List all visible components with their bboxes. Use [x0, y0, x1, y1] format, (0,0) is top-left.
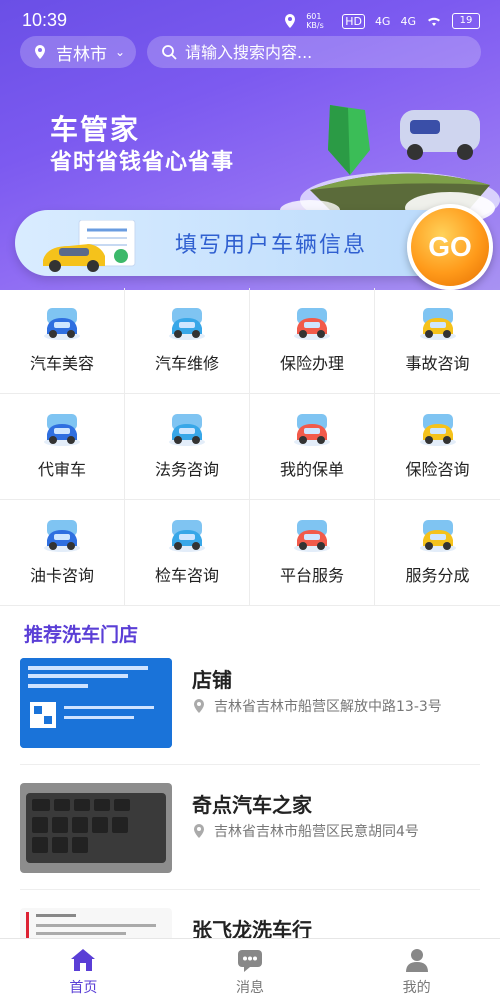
service-label: 平台服务 [279, 566, 344, 585]
policy-icon [294, 414, 330, 446]
tab-label: 消息 [236, 980, 264, 996]
service-label: 油卡咨询 [29, 566, 94, 585]
shop-name: 奇点汽车之家 [192, 793, 312, 817]
service-item[interactable]: 保险办理 [250, 288, 375, 394]
service-item[interactable]: 平台服务 [250, 500, 375, 606]
service-grid: 汽车美容 汽车维修 保险办理 事故咨询代审车 法务咨询 我的保单 保险咨询油卡咨询 检车咨询 平… [0, 288, 500, 606]
bottom-tab-bar: 首页 消息 我的 [0, 938, 500, 1001]
net-speed: 601 KB/s [306, 12, 324, 30]
service-label: 汽车美容 [29, 354, 94, 373]
car-illustration-icon [43, 220, 136, 272]
status-icons: 601 KB/s HD 4G 4G 19 [284, 12, 480, 30]
accident-consult-icon [419, 308, 456, 340]
wifi-icon [428, 17, 440, 26]
service-label: 检车咨询 [154, 566, 219, 585]
banner-title: 车管家 [50, 113, 141, 146]
service-item[interactable]: 汽车维修 [125, 288, 250, 394]
car-repair-icon [169, 308, 205, 340]
divider [20, 764, 480, 765]
signal-4g-1: 4G [374, 14, 391, 28]
fill-vehicle-info-button[interactable]: 填写用户车辆信息 GO [15, 204, 493, 290]
shop-address-text: 吉林省吉林市船营区解放中路13-3号 [214, 699, 442, 715]
service-item[interactable]: 油卡咨询 [0, 500, 125, 606]
city-label: 吉林市 [56, 44, 107, 65]
tab-messages[interactable]: 消息 [167, 939, 334, 1001]
battery-indicator: 19 [452, 13, 480, 29]
hd-badge: HD [342, 13, 365, 29]
fuel-card-icon [44, 520, 80, 552]
shop-card[interactable]: 店铺 吉林省吉林市船营区解放中路13-3号 [0, 658, 500, 768]
location-pin-icon [194, 699, 204, 713]
car-inspection-agent-icon [44, 414, 80, 446]
platform-service-icon [294, 520, 330, 552]
service-item[interactable]: 代审车 [0, 394, 125, 500]
service-item[interactable]: 汽车美容 [0, 288, 125, 394]
shop-name: 张飞龙洗车行 [192, 918, 312, 938]
location-status-icon [285, 14, 296, 28]
home-icon [71, 949, 96, 971]
search-input[interactable] [183, 41, 467, 63]
shop-address: 吉林省吉林市船营区解放中路13-3号 [192, 696, 442, 716]
service-label: 代审车 [37, 460, 86, 479]
shop-thumbnail [20, 908, 172, 938]
service-item[interactable]: 保险咨询 [375, 394, 500, 500]
service-label: 保险咨询 [405, 460, 470, 479]
shop-thumbnail [20, 783, 172, 873]
service-share-icon [419, 520, 456, 552]
location-pin-icon [35, 45, 45, 59]
shop-card[interactable]: 张飞龙洗车行 [0, 908, 500, 938]
service-item[interactable]: 检车咨询 [125, 500, 250, 606]
legal-consult-icon [169, 414, 205, 446]
status-bar: 10:39 601 KB/s HD 4G 4G 19 [0, 0, 500, 40]
city-selector[interactable]: 吉林市 ⌄ [20, 36, 136, 68]
service-label: 法务咨询 [154, 460, 219, 479]
message-icon [238, 950, 262, 972]
go-button[interactable]: GO [407, 204, 493, 290]
shop-address-text: 吉林省吉林市船营区民意胡同4号 [214, 824, 419, 840]
profile-icon [405, 949, 428, 972]
vehicle-check-icon [169, 520, 205, 552]
service-label: 我的保单 [279, 460, 344, 479]
service-item[interactable]: 我的保单 [250, 394, 375, 500]
shop-thumbnail [20, 658, 172, 748]
cta-label: 填写用户车辆信息 [175, 233, 368, 258]
divider [20, 889, 480, 890]
chevron-down-icon: ⌄ [115, 45, 126, 59]
service-item[interactable]: 服务分成 [375, 500, 500, 606]
service-label: 服务分成 [405, 566, 470, 585]
service-label: 保险办理 [279, 354, 344, 373]
tab-label: 我的 [402, 980, 431, 996]
hero-banner: 10:39 601 KB/s HD 4G 4G 19 吉林市 ⌄ 车管家 省时省… [0, 0, 500, 290]
tab-profile[interactable]: 我的 [333, 939, 500, 1001]
car-wash-icon [44, 308, 80, 340]
insurance-icon [294, 308, 330, 340]
service-item[interactable]: 法务咨询 [125, 394, 250, 500]
tab-label: 首页 [69, 980, 98, 996]
shop-name: 店铺 [192, 668, 232, 692]
signal-4g-2: 4G [400, 14, 416, 28]
tab-home[interactable]: 首页 [0, 939, 167, 1001]
shop-card[interactable]: 奇点汽车之家 吉林省吉林市船营区民意胡同4号 [0, 783, 500, 893]
status-time: 10:39 [22, 10, 68, 30]
service-label: 汽车维修 [154, 354, 219, 373]
location-pin-icon [194, 824, 204, 838]
insurance-consult-icon [419, 414, 456, 446]
service-label: 事故咨询 [405, 354, 470, 373]
recommend-section-title: 推荐洗车门店 [24, 624, 139, 646]
shop-address: 吉林省吉林市船营区民意胡同4号 [192, 821, 419, 841]
banner-subtitle: 省时省钱省心省事 [50, 150, 235, 175]
search-bar[interactable] [147, 36, 481, 68]
service-item[interactable]: 事故咨询 [375, 288, 500, 394]
search-icon [162, 45, 177, 60]
